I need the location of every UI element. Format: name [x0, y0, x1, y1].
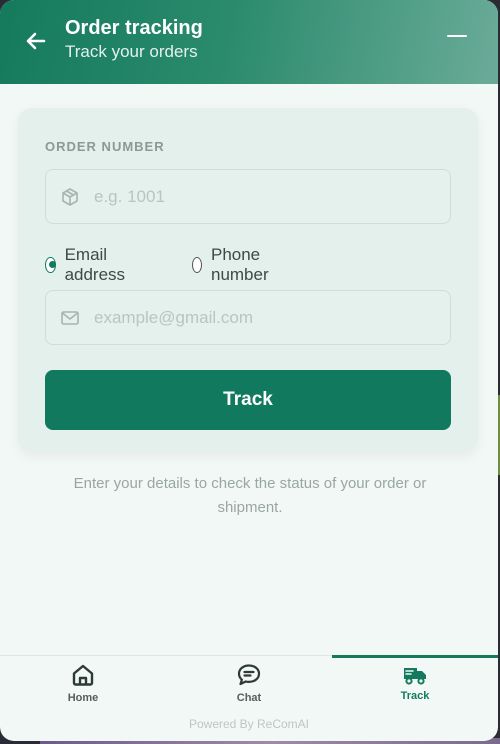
arrow-left-icon [26, 32, 46, 50]
powered-by: Powered By ReComAI [188, 717, 310, 731]
chat-icon [237, 664, 261, 686]
order-number-placeholder: e.g. 1001 [94, 187, 165, 206]
order-number-input[interactable]: e.g. 1001 [45, 169, 451, 224]
mail-icon [61, 311, 79, 325]
order-number-label: ORDER NUMBER [45, 139, 165, 154]
tracking-form-card: ORDER NUMBER e.g. 1001 Email address Pho… [18, 108, 478, 452]
radio-indicator [192, 257, 202, 273]
page-subtitle: Track your orders [65, 42, 198, 61]
phone-radio-label: Phone number [210, 245, 269, 284]
header: Order tracking Track your orders [0, 0, 498, 84]
phone-radio[interactable]: Phone number [192, 245, 275, 285]
email-radio-label: Email address [64, 245, 126, 284]
email-placeholder: example@gmail.com [94, 308, 253, 327]
email-radio[interactable]: Email address [45, 245, 130, 285]
nav-label-home: Home [67, 692, 99, 704]
radio-indicator [45, 257, 56, 273]
email-input[interactable]: example@gmail.com [45, 290, 451, 345]
nav-label-track: Track [400, 690, 430, 702]
nav-item-home[interactable]: Home [0, 656, 166, 712]
back-button[interactable] [22, 27, 50, 55]
track-button[interactable]: Track [45, 370, 451, 430]
helper-text: Enter your details to check the status o… [73, 475, 427, 516]
package-icon [62, 188, 78, 206]
order-tracking-widget: Order tracking Track your orders ORDER N… [0, 0, 498, 741]
nav-item-chat[interactable]: Chat [166, 656, 332, 712]
page-title: Order tracking [65, 17, 203, 39]
home-icon [72, 664, 94, 686]
nav-label-chat: Chat [236, 692, 262, 704]
minus-icon [447, 35, 467, 37]
minimize-button[interactable] [445, 26, 469, 46]
nav-item-track[interactable]: Track [332, 655, 498, 711]
truck-icon [404, 668, 426, 685]
bottom-nav: Home Chat Track [0, 655, 498, 711]
